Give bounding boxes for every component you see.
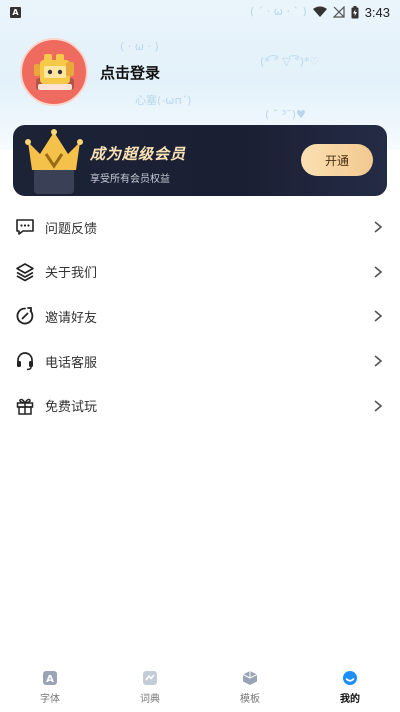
- headset-icon: [14, 350, 36, 372]
- signal-off-icon: [332, 6, 345, 18]
- menu-item-label: 问题反馈: [45, 221, 98, 237]
- bottom-tab-bar: A 字体 词典 模板 我的: [0, 664, 400, 712]
- tab-font[interactable]: A 字体: [0, 664, 100, 712]
- wifi-icon: [312, 6, 327, 17]
- chevron-right-icon: [374, 221, 383, 233]
- status-time: 3:43: [364, 4, 390, 20]
- chevron-right-icon: [374, 400, 383, 412]
- robot-avatar-icon: [34, 54, 74, 90]
- layers-icon: [14, 261, 36, 283]
- tab-label: 字体: [40, 694, 60, 705]
- crown-v-icon: [25, 129, 83, 194]
- gift-icon: [14, 395, 36, 417]
- login-prompt[interactable]: 点击登录: [100, 62, 160, 83]
- dictionary-icon: [143, 671, 157, 685]
- tab-label: 词典: [140, 694, 160, 705]
- chevron-right-icon: [374, 310, 383, 323]
- feedback-icon: [14, 216, 36, 238]
- tab-label: 模板: [240, 694, 260, 705]
- menu-item-label: 邀请好友: [45, 310, 98, 326]
- settings-menu: 问题反馈 关于我们 邀请好友 电话客服 免费试玩: [0, 205, 400, 428]
- vip-subtitle: 享受所有会员权益: [90, 174, 170, 185]
- tab-label: 我的: [340, 694, 360, 705]
- menu-item-invite[interactable]: 邀请好友: [0, 294, 400, 339]
- menu-item-feedback[interactable]: 问题反馈: [0, 205, 400, 250]
- status-bar: A 3:43: [0, 0, 400, 24]
- chevron-right-icon: [374, 266, 383, 278]
- doodle-decoration: ( ˘ ³˘)♥: [265, 108, 306, 121]
- profile-icon: [343, 671, 357, 685]
- svg-text:A: A: [46, 674, 54, 685]
- avatar[interactable]: [20, 38, 88, 106]
- doodle-decoration: 心塞(-ωп´): [135, 94, 192, 107]
- doodle-decoration: (* ͡° ▽ ͡°)*♡: [260, 55, 320, 68]
- vip-title: 成为超级会员: [90, 145, 187, 163]
- menu-item-label: 电话客服: [45, 355, 98, 371]
- tab-template[interactable]: 模板: [200, 664, 300, 712]
- menu-item-phone-support[interactable]: 电话客服: [0, 339, 400, 384]
- chevron-right-icon: [374, 355, 383, 367]
- menu-item-label: 免费试玩: [45, 400, 98, 416]
- menu-item-free-trial[interactable]: 免费试玩: [0, 383, 400, 428]
- tab-dictionary[interactable]: 词典: [100, 664, 200, 712]
- template-icon: [242, 671, 258, 685]
- doodle-decoration: ( · ω · ): [120, 40, 159, 53]
- vip-open-button[interactable]: 开通: [301, 144, 373, 176]
- refresh-icon: [14, 305, 36, 327]
- letter-a-badge-icon: A: [10, 6, 21, 18]
- font-icon: A: [43, 671, 57, 685]
- menu-item-about[interactable]: 关于我们: [0, 250, 400, 295]
- menu-item-label: 关于我们: [45, 266, 98, 282]
- tab-profile[interactable]: 我的: [300, 664, 400, 712]
- battery-charging-icon: [351, 5, 359, 18]
